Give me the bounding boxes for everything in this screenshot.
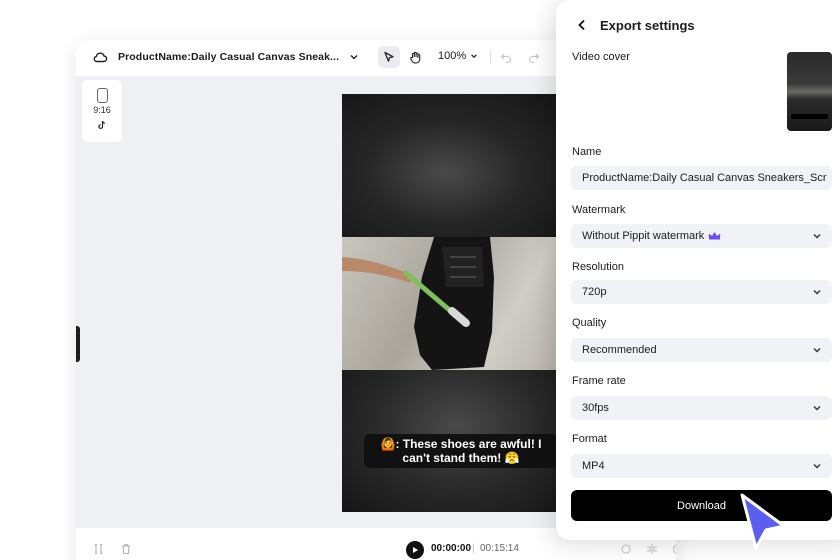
frame-rate-value: 30fps [582, 402, 609, 414]
back-button[interactable] [572, 15, 592, 35]
quality-value: Recommended [582, 344, 657, 356]
redo-icon[interactable] [528, 51, 540, 63]
video-caption[interactable]: 🙆: These shoes are awful! I can't stand … [364, 434, 558, 468]
blurred-background-top [342, 94, 572, 237]
name-value: ProductName:Daily Casual Canvas Sneakers… [582, 172, 827, 184]
hand-tool-button[interactable] [404, 46, 426, 68]
chevron-down-icon [471, 54, 477, 59]
aspect-ratio-label: 9:16 [93, 105, 111, 115]
play-icon [413, 547, 418, 553]
total-duration: 00:15:14 [480, 543, 519, 554]
chevron-down-icon [813, 406, 821, 411]
zoom-out-icon[interactable] [672, 543, 676, 555]
quality-select[interactable]: Recommended [571, 338, 832, 362]
watermark-value: Without Pippit watermark [582, 230, 705, 242]
play-button[interactable] [406, 541, 424, 559]
name-input[interactable]: ProductName:Daily Casual Canvas Sneakers… [571, 166, 832, 190]
crown-icon [709, 232, 721, 240]
export-settings-panel: Export settings Video cover Name Product… [556, 0, 840, 540]
select-tool-button[interactable] [378, 46, 400, 68]
format-label: Format [572, 433, 607, 445]
quality-label: Quality [572, 317, 607, 329]
panel-title: Export settings [600, 17, 695, 33]
cover-caption-bar [791, 114, 828, 119]
video-cover-thumbnail[interactable] [787, 52, 832, 131]
chevron-down-icon [813, 348, 821, 353]
pointer-icon [384, 51, 394, 62]
watermark-label: Watermark [572, 204, 626, 216]
format-value: MP4 [582, 460, 605, 472]
resolution-label: Resolution [572, 261, 624, 273]
zoom-dropdown[interactable]: 100% [438, 50, 478, 62]
app-stage: ProductName:Daily Casual Canvas Sneak...… [0, 0, 840, 560]
resolution-value: 720p [582, 286, 607, 298]
chevron-down-icon[interactable] [349, 52, 359, 62]
name-label: Name [572, 146, 602, 158]
tiktok-icon[interactable] [97, 120, 107, 130]
chevron-left-icon [578, 19, 585, 31]
undo-icon[interactable] [500, 51, 512, 63]
chevron-down-icon [813, 290, 821, 295]
toolbar-divider [490, 50, 491, 64]
frame-rate-label: Frame rate [572, 375, 626, 387]
frame-rate-select[interactable]: 30fps [571, 396, 832, 420]
aspect-ratio-card[interactable]: 9:16 [82, 80, 122, 142]
resolution-select[interactable]: 720p [571, 280, 832, 304]
cloud-icon[interactable] [92, 49, 108, 65]
video-cover-label: Video cover [572, 51, 630, 63]
download-button[interactable]: Download [571, 490, 832, 521]
format-select[interactable]: MP4 [571, 454, 832, 478]
shoe-image [342, 237, 494, 370]
chevron-down-icon [813, 464, 821, 469]
video-frame-shoe [342, 237, 572, 370]
video-preview[interactable]: 🙆: These shoes are awful! I can't stand … [342, 94, 572, 512]
watermark-select[interactable]: Without Pippit watermark [571, 224, 832, 248]
time-separator: | [472, 543, 475, 554]
trash-icon[interactable] [120, 543, 132, 555]
mouse-cursor-icon [740, 493, 786, 550]
bulb-icon[interactable] [620, 543, 632, 555]
zoom-level: 100% [438, 50, 467, 62]
chevron-down-icon [813, 234, 821, 239]
panel-header: Export settings [572, 14, 695, 36]
panel-resize-handle[interactable] [76, 326, 80, 362]
hand-icon [409, 51, 420, 64]
split-icon[interactable] [92, 543, 104, 555]
project-title[interactable]: ProductName:Daily Casual Canvas Sneak... [118, 51, 339, 63]
phone-icon [96, 88, 108, 103]
current-time: 00:00:00 [431, 543, 472, 554]
fit-icon[interactable] [646, 543, 658, 555]
